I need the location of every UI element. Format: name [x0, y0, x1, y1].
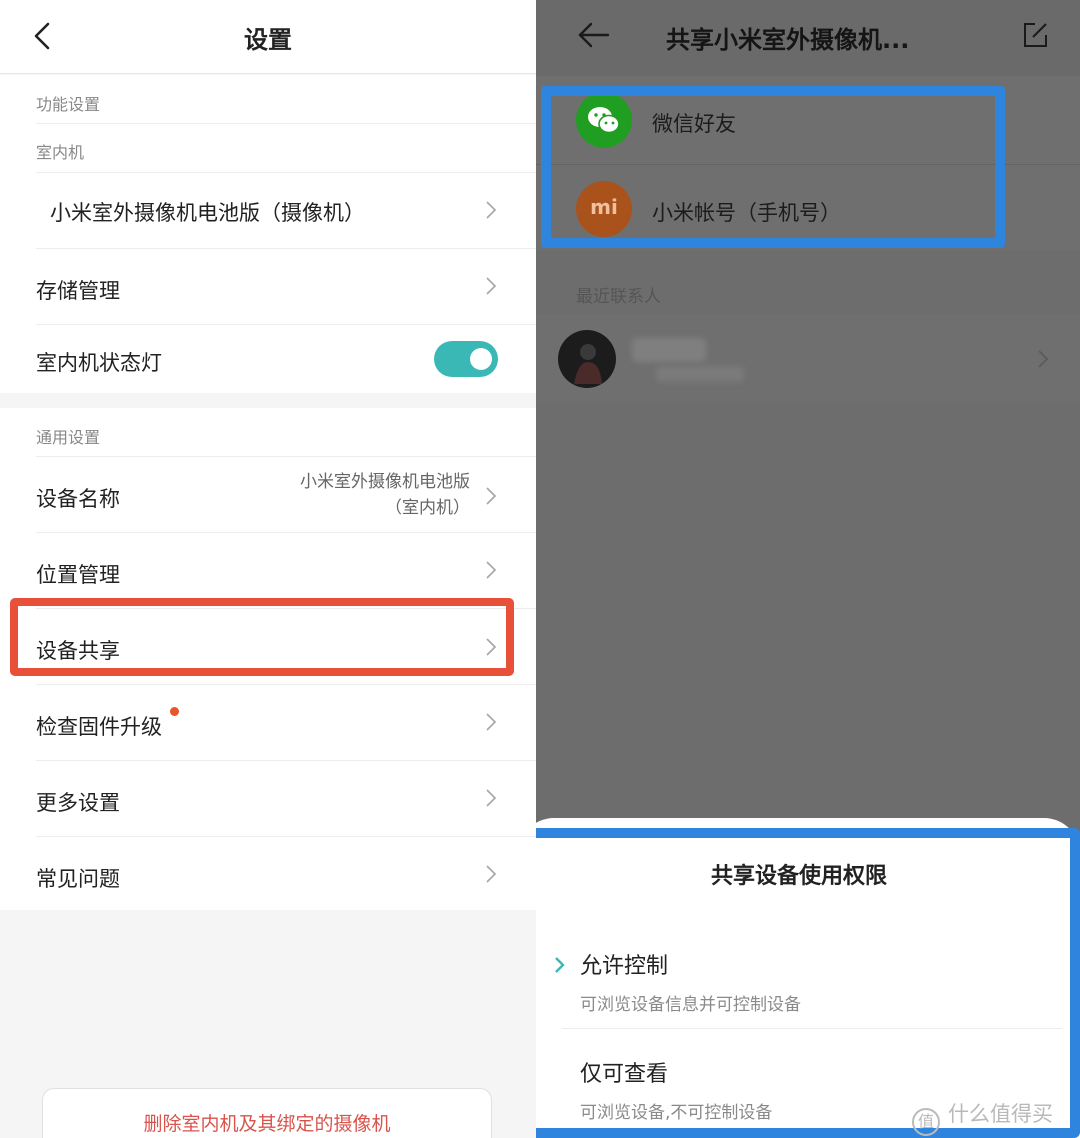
row-location-label: 位置管理 — [36, 563, 120, 587]
contact-avatar — [558, 330, 616, 388]
toggle-knob — [470, 348, 492, 370]
row-firmware[interactable]: 检查固件升级 — [36, 685, 500, 760]
chevron-right-icon — [486, 201, 497, 219]
chevron-right-icon — [486, 865, 497, 883]
row-camera[interactable]: 小米室外摄像机电池版（摄像机） — [36, 173, 500, 247]
highlight-box-device-share — [10, 598, 514, 676]
chevron-right-icon — [486, 487, 497, 505]
watermark-text: 什么值得买 — [948, 1102, 1053, 1126]
chevron-right-icon — [1038, 350, 1049, 368]
divider — [36, 123, 536, 124]
highlight-box-share-methods — [541, 86, 1005, 248]
device-name-value-line1: 小米室外摄像机电池版 — [300, 472, 470, 492]
delete-indoor-unit-button[interactable]: 删除室内机及其绑定的摄像机 — [42, 1088, 492, 1138]
row-more-settings[interactable]: 更多设置 — [36, 761, 500, 836]
chevron-right-icon — [486, 713, 497, 731]
delete-button-label: 删除室内机及其绑定的摄像机 — [143, 1113, 391, 1135]
share-header: 共享小米室外摄像机... — [536, 0, 1080, 76]
row-status-light: 室内机状态灯 — [36, 325, 500, 393]
contact-id-blurred — [656, 366, 744, 382]
edit-icon[interactable] — [1022, 22, 1048, 48]
page-title: 设置 — [244, 26, 292, 54]
device-name-value: 小米室外摄像机电池版 （室内机） — [240, 469, 470, 521]
watermark: 值什么值得买 — [912, 1098, 1053, 1136]
chevron-right-icon — [486, 789, 497, 807]
section-label-indoor: 室内机 — [36, 143, 85, 162]
highlight-box-permission-sheet — [536, 828, 1080, 1138]
section-label-general: 通用设置 — [36, 428, 101, 447]
back-arrow-icon[interactable] — [576, 20, 610, 50]
row-faq-label: 常见问题 — [36, 867, 120, 891]
settings-pane: 设置 功能设置 室内机 小米室外摄像机电池版（摄像机） 存储管理 室内机状态灯 … — [0, 0, 536, 1138]
row-device-name[interactable]: 设备名称 小米室外摄像机电池版 （室内机） — [36, 457, 500, 532]
watermark-logo-icon: 值 — [912, 1108, 940, 1136]
status-light-toggle[interactable] — [434, 341, 498, 377]
chevron-right-icon — [486, 277, 497, 295]
chevron-right-icon — [486, 561, 497, 579]
recent-contact-item[interactable] — [536, 314, 1080, 404]
screenshot-stage: 设置 功能设置 室内机 小米室外摄像机电池版（摄像机） 存储管理 室内机状态灯 … — [0, 0, 1080, 1138]
share-title: 共享小米室外摄像机... — [666, 26, 910, 54]
row-storage[interactable]: 存储管理 — [36, 249, 500, 323]
row-storage-label: 存储管理 — [36, 279, 120, 303]
row-status-light-label: 室内机状态灯 — [36, 351, 162, 375]
update-badge-dot — [170, 707, 179, 716]
row-faq[interactable]: 常见问题 — [36, 837, 500, 910]
recent-contacts-label: 最近联系人 — [576, 287, 661, 307]
row-more-settings-label: 更多设置 — [36, 791, 120, 815]
row-camera-label: 小米室外摄像机电池版（摄像机） — [50, 201, 365, 225]
row-device-name-label: 设备名称 — [36, 487, 120, 511]
row-firmware-label: 检查固件升级 — [36, 715, 162, 739]
row-location[interactable]: 位置管理 — [36, 533, 500, 608]
settings-header: 设置 — [0, 0, 536, 74]
section-label-function: 功能设置 — [36, 95, 101, 114]
contact-name-blurred — [632, 338, 706, 362]
device-name-value-line2: （室内机） — [385, 498, 470, 518]
indoor-settings-card: 功能设置 室内机 小米室外摄像机电池版（摄像机） 存储管理 室内机状态灯 — [0, 75, 536, 393]
share-pane: 共享小米室外摄像机... 微信好友 mi 小米帐号（手机号） 最近联系人 共享设… — [536, 0, 1080, 1138]
